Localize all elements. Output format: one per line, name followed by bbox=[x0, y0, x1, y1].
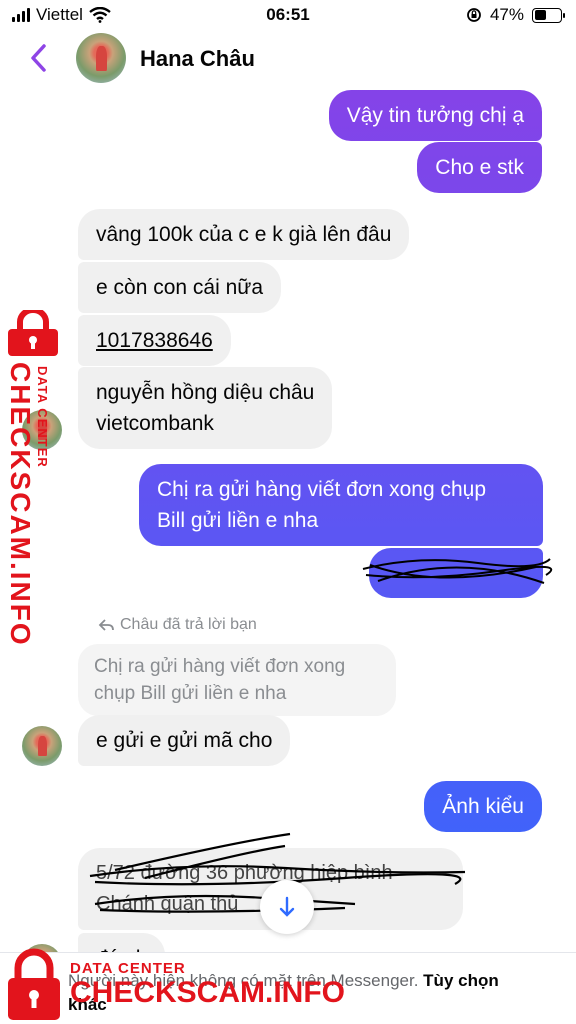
message-bubble-out[interactable]: Cho e stk bbox=[417, 142, 542, 193]
status-bar: Viettel 06:51 47% bbox=[0, 0, 576, 30]
battery-icon bbox=[532, 7, 565, 23]
watermark-title: DATA CENTER bbox=[70, 960, 186, 977]
back-button[interactable] bbox=[24, 40, 54, 76]
avatar[interactable] bbox=[76, 33, 126, 83]
reply-indicator: Châu đã trả lời bạn bbox=[98, 616, 257, 634]
message-bubble-out[interactable]: Ảnh kiểu bbox=[424, 781, 542, 832]
rotation-lock-icon bbox=[467, 8, 481, 22]
watermark-bottom: DATA CENTER CHECKSCAM.INFO bbox=[70, 960, 345, 1009]
message-bubble-in[interactable]: nguyễn hồng diệu châu vietcombank bbox=[78, 367, 333, 449]
chat-header: Hana Châu bbox=[0, 30, 576, 88]
lock-icon bbox=[8, 310, 58, 356]
watermark-brand: CHECKSCAM.INFO bbox=[70, 976, 345, 1009]
quoted-message[interactable]: Chị ra gửi hàng viết đơn xong chụp Bill … bbox=[78, 644, 396, 716]
watermark-brand-vertical: CHECKSCAM.INFO bbox=[5, 362, 36, 647]
message-bubble-in[interactable]: e gửi e gửi mã cho bbox=[78, 715, 291, 766]
message-bubble-in[interactable]: e còn con cái nữa bbox=[78, 262, 281, 313]
arrow-down-icon bbox=[279, 896, 295, 917]
account-number-bubble[interactable]: 1017838646 bbox=[78, 315, 231, 366]
scroll-to-bottom-button[interactable] bbox=[260, 880, 314, 934]
reply-label: Châu đã trả lời bạn bbox=[120, 616, 257, 633]
reply-icon bbox=[98, 619, 114, 631]
message-bubble-in[interactable]: vâng 100k của c e k già lên đâu bbox=[78, 209, 410, 260]
lock-icon bbox=[8, 948, 60, 1020]
watermark-title-vertical: DATA CENTER bbox=[35, 366, 50, 468]
battery-percent: 47% bbox=[489, 5, 524, 24]
message-bubble-out[interactable]: Chị ra gửi hàng viết đơn xong chụp Bill … bbox=[139, 464, 543, 546]
contact-name[interactable]: Hana Châu bbox=[140, 46, 255, 72]
avatar[interactable] bbox=[22, 726, 62, 766]
message-bubble-out[interactable]: Vậy tin tưởng chị ạ bbox=[328, 90, 542, 141]
redacted-message[interactable] bbox=[369, 548, 543, 598]
